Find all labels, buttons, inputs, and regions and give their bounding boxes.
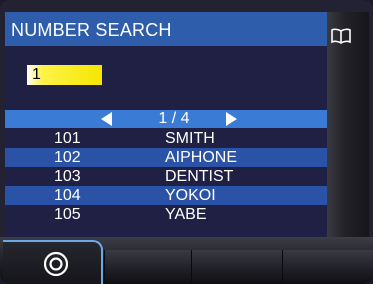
number-search-input[interactable]: 1 <box>27 65 102 85</box>
side-panel <box>327 12 369 237</box>
open-book-icon[interactable] <box>330 27 352 45</box>
entry-number: 103 <box>54 168 81 185</box>
entry-list: 101 SMITH 102 AIPHONE 103 DENTIST 104 YO… <box>5 129 327 224</box>
page-navigator: 1 / 4 <box>5 110 327 128</box>
softkey-4-button[interactable] <box>282 250 373 284</box>
next-page-arrow-icon[interactable] <box>226 112 237 126</box>
title-bar: NUMBER SEARCH <box>5 12 327 46</box>
screen-frame: NUMBER SEARCH 1 1 / 4 101 SMITH 102 AIPH… <box>0 0 373 284</box>
number-search-value: 1 <box>32 66 41 83</box>
entry-name: YOKOI <box>165 187 216 204</box>
entry-number: 104 <box>54 187 81 204</box>
entry-name: AIPHONE <box>165 149 238 166</box>
list-item[interactable]: 102 AIPHONE <box>5 148 327 167</box>
entry-name: SMITH <box>165 130 215 147</box>
entry-name: DENTIST <box>165 168 234 185</box>
entry-number: 101 <box>54 130 81 147</box>
list-item[interactable]: 105 YABE <box>5 205 327 224</box>
entry-number: 105 <box>54 206 81 223</box>
previous-page-arrow-icon[interactable] <box>101 112 112 126</box>
entry-number: 102 <box>54 149 81 166</box>
list-item[interactable]: 104 YOKOI <box>5 186 327 205</box>
page-indicator: 1 / 4 <box>158 110 190 127</box>
entry-name: YABE <box>165 206 207 223</box>
list-item[interactable]: 101 SMITH <box>5 129 327 148</box>
softkey-2-button[interactable] <box>104 250 191 284</box>
list-item[interactable]: 103 DENTIST <box>5 167 327 186</box>
softkey-3-button[interactable] <box>191 250 282 284</box>
page-title: NUMBER SEARCH <box>11 20 172 40</box>
target-icon <box>43 251 69 277</box>
